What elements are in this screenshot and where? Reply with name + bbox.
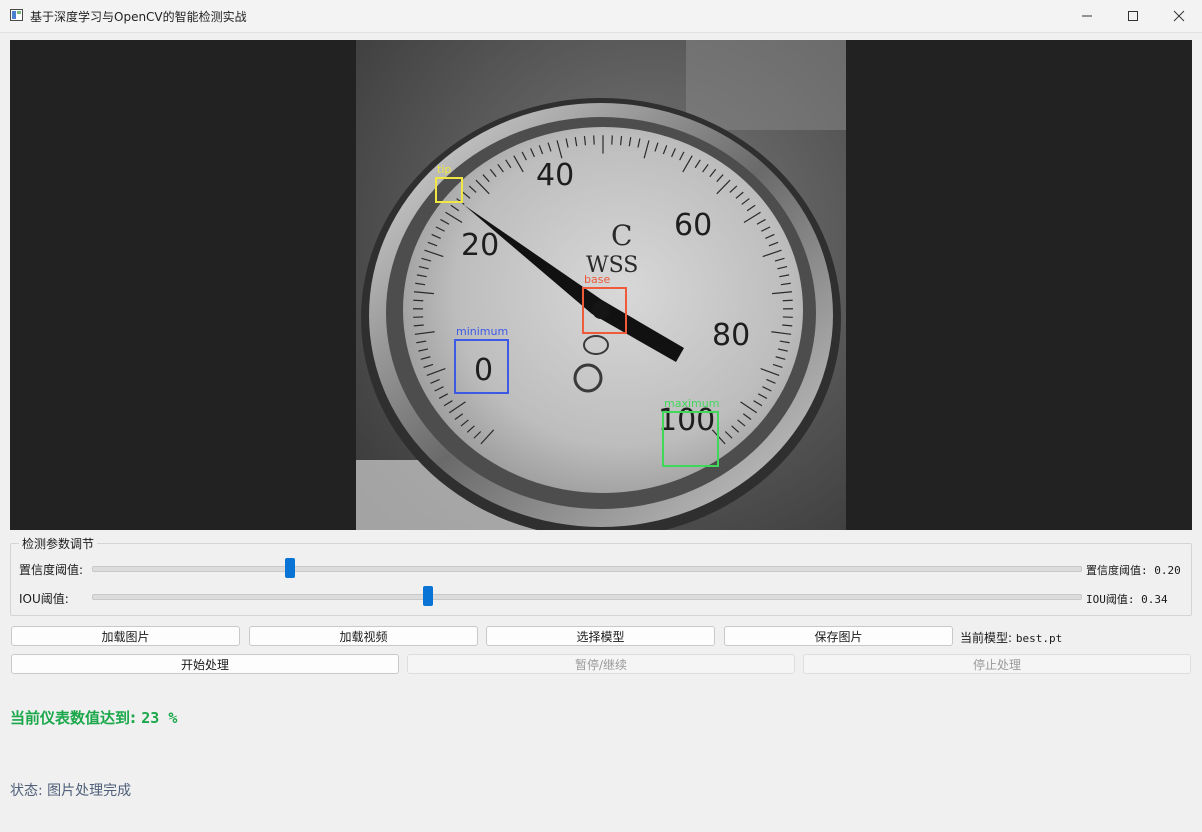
confidence-slider-track[interactable] xyxy=(92,566,1082,572)
image-display: 20 40 60 80 0 100 C WSS tip base minimum ma… xyxy=(10,40,1192,530)
minimize-button[interactable] xyxy=(1064,0,1110,32)
dial-label-20: 20 xyxy=(461,228,499,263)
pause-resume-button[interactable]: 暂停/继续 xyxy=(407,654,795,674)
gauge-photo: 20 40 60 80 0 100 C WSS tipbaseminimumma… xyxy=(356,40,846,530)
dial-tick xyxy=(413,299,424,302)
status-text: 状态: 图片处理完成 xyxy=(10,783,132,799)
maximize-button[interactable] xyxy=(1110,0,1156,32)
stop-button[interactable]: 停止处理 xyxy=(803,654,1191,674)
maximize-icon xyxy=(1128,11,1138,21)
unit-label: C xyxy=(611,219,632,252)
detection-label-maximum: maximum xyxy=(664,397,719,410)
current-model: 当前模型: best.pt xyxy=(960,629,1062,646)
dial-label-40: 40 xyxy=(536,158,574,193)
start-button[interactable]: 开始处理 xyxy=(11,654,399,674)
dial-label-80: 80 xyxy=(712,318,750,353)
meter-result: 当前仪表数值达到: 23 % xyxy=(10,707,177,728)
detection-label-base: base xyxy=(584,273,610,286)
minimize-icon xyxy=(1082,15,1092,17)
meter-result-value: 23 % xyxy=(141,709,178,727)
detection-label-minimum: minimum xyxy=(456,325,508,338)
load-video-button[interactable]: 加载视频 xyxy=(249,626,478,646)
title-bar: 基于深度学习与OpenCV的智能检测实战 xyxy=(0,0,1202,33)
gauge-image: 20 40 60 80 0 100 C WSS tip base minimum ma… xyxy=(356,40,846,530)
iou-slider-track[interactable] xyxy=(92,594,1082,600)
confidence-slider-handle[interactable] xyxy=(284,558,295,578)
dial-tick xyxy=(782,324,793,327)
close-button[interactable] xyxy=(1156,0,1202,32)
dial-tick xyxy=(782,299,793,302)
window-title: 基于深度学习与OpenCV的智能检测实战 xyxy=(30,10,247,24)
dial-label-60: 60 xyxy=(674,208,712,243)
confidence-value: 置信度阈值: 0.20 xyxy=(1086,564,1181,577)
confidence-label: 置信度阈值: xyxy=(19,563,84,577)
close-icon xyxy=(1173,10,1185,22)
app-icon xyxy=(10,9,23,21)
detection-label-tip: tip xyxy=(437,163,451,176)
dial-label-0: 0 xyxy=(474,353,493,388)
detection-params-group: 检测参数调节 置信度阈值: 置信度阈值: 0.20 IOU阈值: IOU阈值: … xyxy=(10,535,1192,616)
iou-slider-handle[interactable] xyxy=(422,586,433,606)
save-image-button[interactable]: 保存图片 xyxy=(724,626,953,646)
iou-value: IOU阈值: 0.34 xyxy=(1086,593,1168,606)
dial-tick xyxy=(413,324,424,327)
iou-label: IOU阈值: xyxy=(19,592,69,606)
current-model-label: 当前模型: xyxy=(960,631,1013,645)
meter-result-label: 当前仪表数值达到: xyxy=(10,709,136,727)
params-group-title: 检测参数调节 xyxy=(19,535,98,552)
select-model-button[interactable]: 选择模型 xyxy=(486,626,715,646)
current-model-name: best.pt xyxy=(1015,632,1063,645)
load-image-button[interactable]: 加载图片 xyxy=(11,626,240,646)
